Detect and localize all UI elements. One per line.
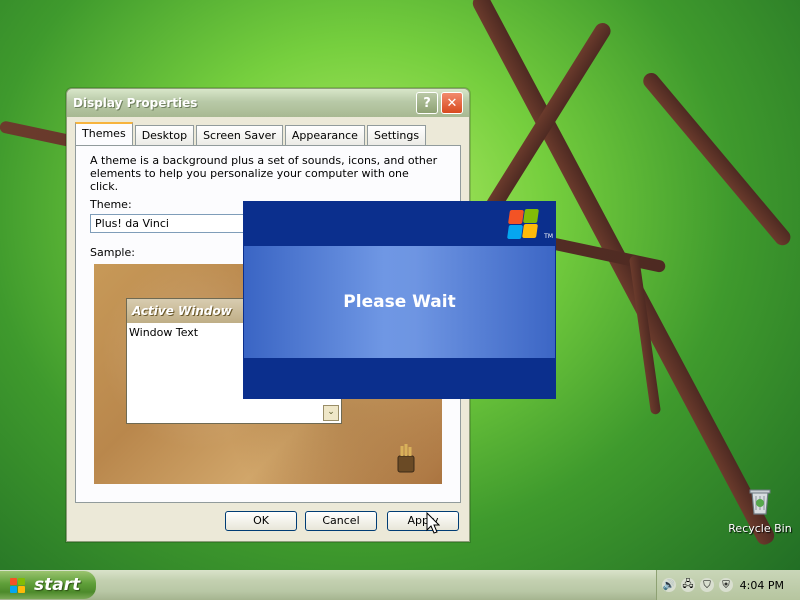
scroll-down-icon: ⌄ [323,405,339,421]
tab-appearance[interactable]: Appearance [284,125,365,145]
windows-flag-icon [10,578,26,594]
please-wait-header: TM [244,202,555,244]
window-title: Display Properties [73,96,198,110]
title-bar[interactable]: Display Properties ? ✕ [67,89,469,117]
taskbar: start 🔊 🖧 ⛉ ⛨ 4:04 PM [0,570,800,600]
apply-button[interactable]: Apply [387,511,459,531]
theme-description: A theme is a background plus a set of so… [90,154,438,193]
recycle-bin-icon [746,486,774,518]
system-tray: 🔊 🖧 ⛉ ⛨ 4:04 PM [656,570,800,600]
tab-themes[interactable]: Themes [75,122,133,146]
help-icon: ? [423,95,431,111]
theme-label: Theme: [90,198,132,211]
theme-dropdown[interactable]: Plus! da Vinci [90,214,244,233]
shield-icon[interactable]: ⛨ [719,578,733,592]
help-button[interactable]: ? [416,92,438,114]
windows-logo-icon [507,208,541,242]
taskbar-clock: 4:04 PM [739,578,784,592]
recycle-bin-label: Recycle Bin [728,522,792,535]
trademark-label: TM [544,233,553,240]
mouse-cursor-icon [426,511,441,534]
tab-settings[interactable]: Settings [366,125,427,145]
tab-strip: Themes Desktop Screen Saver Appearance S… [75,122,428,146]
please-wait-message: Please Wait [244,246,555,358]
start-button[interactable]: start [0,571,96,599]
network-icon[interactable]: 🖧 [681,578,695,592]
cancel-button[interactable]: Cancel [305,511,377,531]
tab-desktop[interactable]: Desktop [134,125,195,145]
close-icon: ✕ [446,95,458,111]
please-wait-dialog: TM Please Wait [243,201,556,399]
tab-screen-saver[interactable]: Screen Saver [196,125,283,145]
close-button[interactable]: ✕ [441,92,463,114]
sample-label: Sample: [90,246,135,259]
ok-button[interactable]: OK [225,511,297,531]
recycle-bin-shortcut[interactable]: Recycle Bin [728,486,792,535]
start-label: start [34,575,81,595]
security-center-icon[interactable]: ⛉ [700,578,714,592]
flower-pot-icon [394,440,418,474]
speaker-icon[interactable]: 🔊 [662,578,676,592]
